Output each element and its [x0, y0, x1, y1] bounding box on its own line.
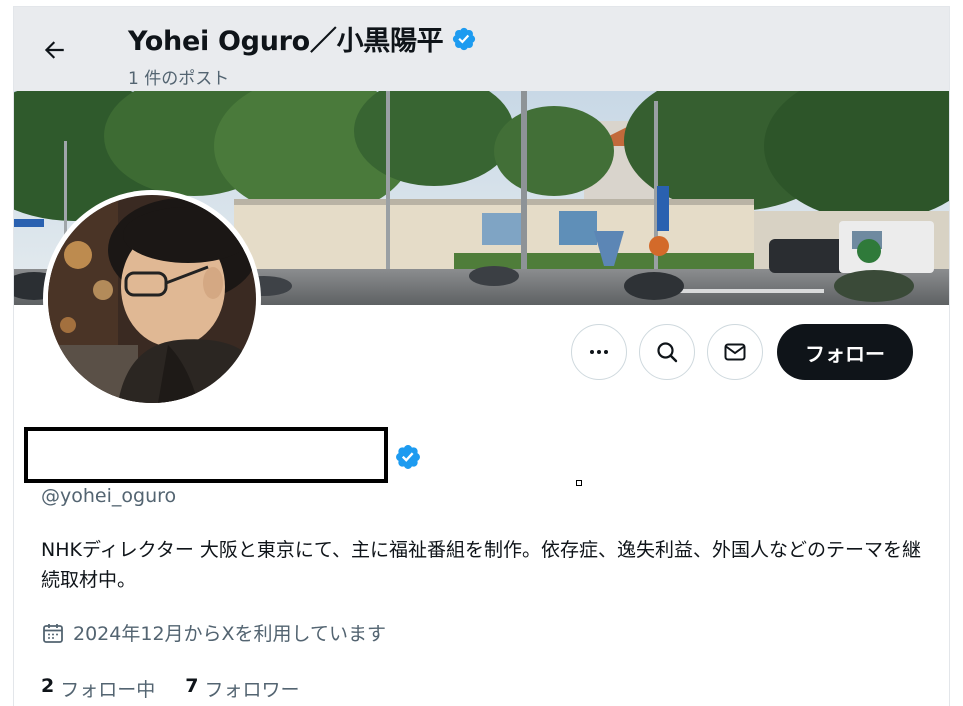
verified-badge-icon [453, 27, 476, 50]
avatar[interactable] [43, 190, 261, 408]
back-button[interactable] [34, 30, 74, 70]
search-icon [657, 342, 678, 363]
verified-badge-icon [396, 445, 420, 469]
arrow-left-icon [44, 41, 64, 59]
more-button[interactable] [571, 324, 627, 380]
profile-handle: @yohei_oguro [41, 485, 177, 507]
following-link[interactable]: 2 フォロー中 [41, 675, 155, 702]
followers-link[interactable]: 7 フォロワー [185, 675, 299, 702]
profile-stats: 2 フォロー中 7 フォロワー [41, 675, 300, 702]
verified-badge[interactable] [394, 443, 422, 475]
followers-label: フォロワー [204, 679, 300, 701]
avatar-photo [48, 195, 256, 403]
message-button[interactable] [707, 324, 763, 380]
following-count: 2 [41, 675, 55, 697]
small-marker [576, 480, 582, 486]
header-display-name: Yohei Oguro／小黒陽平 [128, 26, 444, 57]
joined-date: 2024年12月からXを利用しています [41, 619, 386, 646]
joined-text: 2024年12月からXを利用しています [73, 623, 386, 645]
calendar-icon [43, 623, 63, 643]
followers-count: 7 [185, 675, 199, 697]
more-icon [590, 350, 608, 354]
follow-button[interactable]: フォロー [777, 324, 913, 380]
profile-actions: フォロー [571, 324, 913, 380]
avatar-image [48, 195, 256, 403]
profile-header: Yohei Oguro／小黒陽平 1 件のポスト [14, 7, 949, 91]
profile-page: Yohei Oguro／小黒陽平 1 件のポスト フォロー @yohei_ogu… [13, 6, 950, 706]
header-title-row: Yohei Oguro／小黒陽平 [128, 19, 477, 58]
mail-icon [724, 343, 746, 361]
redacted-display-name [24, 427, 388, 483]
search-button[interactable] [639, 324, 695, 380]
header-post-count: 1 件のポスト [128, 69, 230, 89]
following-label: フォロー中 [60, 679, 156, 701]
profile-bio: NHKディレクター 大阪と東京にて、主に福祉番組を制作。依存症、逸失利益、外国人… [41, 539, 921, 591]
